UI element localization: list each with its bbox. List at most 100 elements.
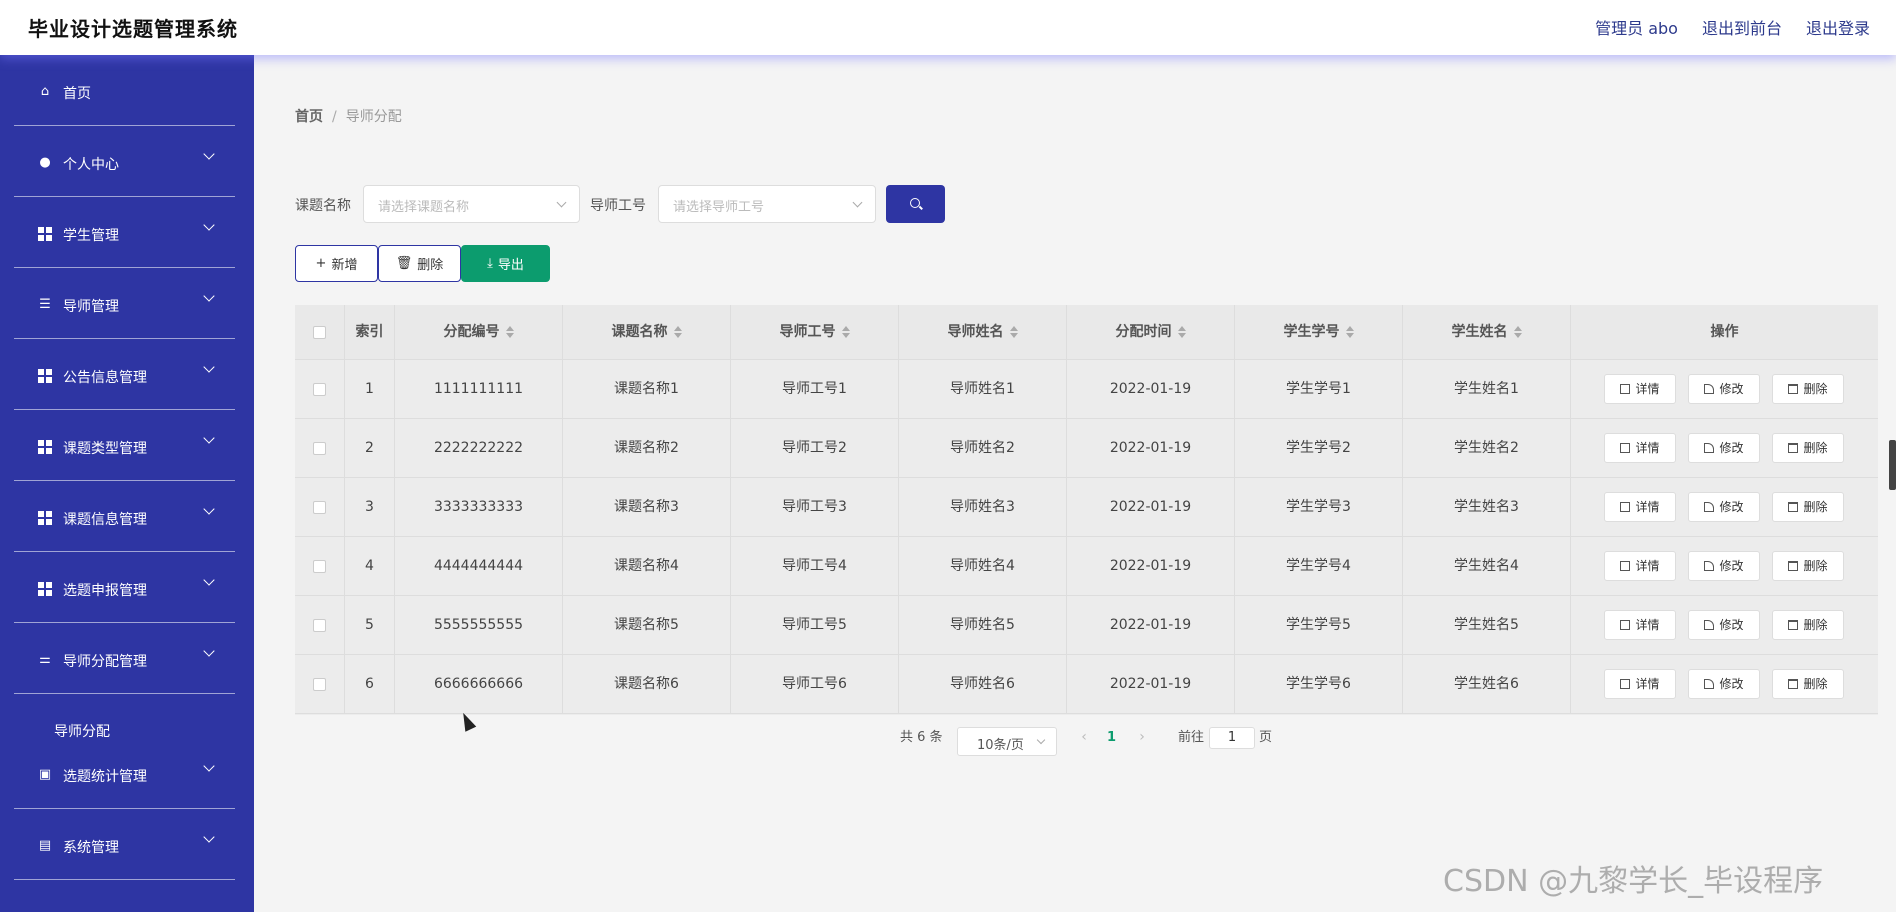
sliders-icon: ⚌ (39, 652, 51, 667)
user-icon: ● (39, 155, 51, 170)
sort-icon[interactable] (505, 326, 514, 338)
scrollbar-thumb[interactable] (1889, 440, 1896, 490)
row-select-cell[interactable] (295, 419, 345, 478)
header-select-all[interactable] (295, 305, 345, 360)
sidebar-item-label: 选题统计管理 (63, 769, 147, 785)
trash-icon (1788, 502, 1799, 512)
table-row: 1 1111111111 课题名称1 导师工号1 导师姓名1 2022-01-19 学生学号… (295, 360, 1878, 419)
sidebar-item-home[interactable]: ⌂ 首页 (14, 55, 235, 126)
edit-button[interactable]: 修改 (1688, 610, 1760, 640)
detail-button[interactable]: 详情 (1604, 669, 1676, 699)
table-cell: 导师姓名4 (899, 537, 1067, 596)
sidebar-item-label: 公告信息管理 (63, 370, 147, 386)
header-assign-time[interactable]: 分配时间 (1067, 305, 1235, 360)
table-cell: 课题名称6 (563, 655, 731, 714)
breadcrumb-home[interactable]: 首页 (295, 109, 323, 125)
topic-select[interactable]: 请选择课题名称 (363, 185, 580, 223)
page-size-select[interactable]: 10条/页 (957, 727, 1057, 756)
sidebar-item-teacher-mgmt[interactable]: ☰ 导师管理 (14, 268, 235, 339)
chevron-down-icon (203, 574, 215, 586)
page-jump-input[interactable]: 1 (1209, 727, 1255, 749)
sort-icon[interactable] (1513, 326, 1522, 338)
watermark: CSDN @九黎学长_毕设程序 (1443, 864, 1824, 899)
sort-icon[interactable] (1345, 326, 1354, 338)
header-student-name[interactable]: 学生姓名 (1403, 305, 1571, 360)
sort-icon[interactable] (841, 326, 850, 338)
edit-button[interactable]: 修改 (1688, 551, 1760, 581)
sidebar-item-teacher-assign-mgmt[interactable]: ⚌ 导师分配管理 (14, 623, 235, 694)
sidebar-item-student-mgmt[interactable]: 学生管理 (14, 197, 235, 268)
table-cell: 1 (345, 360, 395, 419)
header-topic-name[interactable]: 课题名称 (563, 305, 731, 360)
sidebar-item-label: 课题类型管理 (63, 441, 147, 457)
grid-icon (38, 227, 52, 241)
prev-page-icon[interactable]: ‹ (1078, 730, 1090, 744)
teacher-id-select[interactable]: 请选择导师工号 (658, 185, 876, 223)
delete-button[interactable]: 删除 (1772, 374, 1844, 404)
table-cell: 课题名称2 (563, 419, 731, 478)
sidebar-item-notice-mgmt[interactable]: 公告信息管理 (14, 339, 235, 410)
sidebar-item-topic-apply-mgmt[interactable]: 选题申报管理 (14, 552, 235, 623)
header-teacher-name[interactable]: 导师姓名 (899, 305, 1067, 360)
delete-button[interactable]: 删除 (1772, 669, 1844, 699)
row-select-cell[interactable] (295, 360, 345, 419)
detail-button[interactable]: 详情 (1604, 374, 1676, 404)
detail-button[interactable]: 详情 (1604, 433, 1676, 463)
row-checkbox[interactable] (313, 441, 326, 455)
home-icon: ⌂ (40, 84, 50, 99)
row-select-cell[interactable] (295, 537, 345, 596)
row-select-cell[interactable] (295, 596, 345, 655)
row-checkbox[interactable] (313, 500, 326, 514)
row-checkbox[interactable] (313, 382, 326, 396)
select-all-checkbox[interactable] (313, 325, 326, 339)
chevron-down-icon (1036, 735, 1046, 745)
table-cell: 学生学号1 (1235, 360, 1403, 419)
table-row: 2 2222222222 课题名称2 导师工号2 导师姓名2 2022-01-19 学生学号… (295, 419, 1878, 478)
row-checkbox[interactable] (313, 559, 326, 573)
breadcrumb: 首页 / 导师分配 (295, 106, 402, 126)
search-button[interactable] (886, 185, 945, 223)
edit-icon (1704, 620, 1715, 630)
row-checkbox[interactable] (313, 677, 326, 691)
current-page-number[interactable]: 1 (1107, 730, 1116, 745)
header-student-id[interactable]: 学生学号 (1235, 305, 1403, 360)
sidebar-item-system-mgmt[interactable]: ▤ 系统管理 (14, 809, 235, 880)
table-cell: 5 (345, 596, 395, 655)
header-assign-no[interactable]: 分配编号 (395, 305, 563, 360)
exit-to-front-link[interactable]: 退出到前台 (1702, 15, 1782, 39)
admin-user-link[interactable]: 管理员 abo (1595, 15, 1678, 39)
add-button[interactable]: + 新增 (295, 245, 378, 282)
export-button[interactable]: ⤓ 导出 (461, 245, 550, 282)
table-cell: 课题名称4 (563, 537, 731, 596)
edit-button[interactable]: 修改 (1688, 433, 1760, 463)
header-teacher-id[interactable]: 导师工号 (731, 305, 899, 360)
delete-button[interactable]: 删除 (1772, 610, 1844, 640)
next-page-icon[interactable]: › (1136, 730, 1148, 744)
table-cell: 导师工号1 (731, 360, 899, 419)
sidebar-item-topic-type-mgmt[interactable]: 课题类型管理 (14, 410, 235, 481)
delete-button[interactable]: 删除 (1772, 433, 1844, 463)
row-checkbox[interactable] (313, 618, 326, 632)
delete-button[interactable]: 删除 (1772, 551, 1844, 581)
logout-link[interactable]: 退出登录 (1806, 15, 1870, 39)
detail-button[interactable]: 详情 (1604, 492, 1676, 522)
detail-button[interactable]: 详情 (1604, 551, 1676, 581)
table-cell: 3333333333 (395, 478, 563, 537)
goto-label: 前往 (1178, 730, 1205, 745)
sort-icon[interactable] (1177, 326, 1186, 338)
edit-button[interactable]: 修改 (1688, 669, 1760, 699)
delete-button[interactable]: 删除 (1772, 492, 1844, 522)
sidebar-item-personal-center[interactable]: ● 个人中心 (14, 126, 235, 197)
row-select-cell[interactable] (295, 655, 345, 714)
sort-icon[interactable] (1009, 326, 1018, 338)
sort-icon[interactable] (673, 326, 682, 338)
edit-button[interactable]: 修改 (1688, 374, 1760, 404)
detail-button[interactable]: 详情 (1604, 610, 1676, 640)
sidebar-item-topic-stats-mgmt[interactable]: ▣ 选题统计管理 (14, 738, 235, 809)
table-cell: 2 (345, 419, 395, 478)
grid-icon (38, 582, 52, 596)
row-select-cell[interactable] (295, 478, 345, 537)
sidebar-item-topic-info-mgmt[interactable]: 课题信息管理 (14, 481, 235, 552)
edit-button[interactable]: 修改 (1688, 492, 1760, 522)
batch-delete-button[interactable]: 🗑 删除 (378, 245, 461, 282)
